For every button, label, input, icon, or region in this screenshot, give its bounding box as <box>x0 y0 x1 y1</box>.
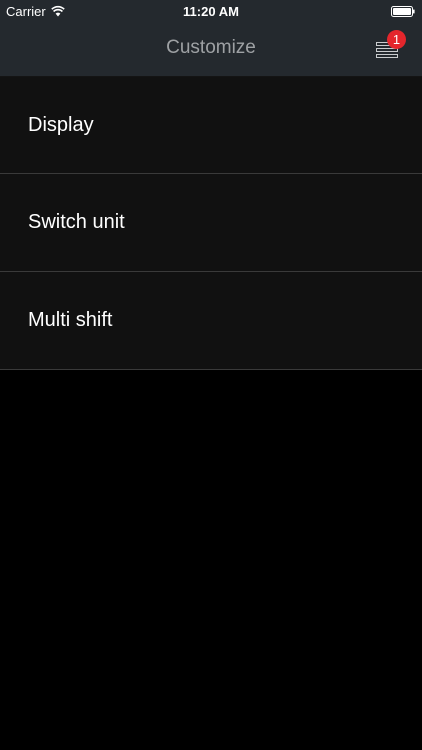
battery-icon <box>391 6 415 17</box>
page-title: Customize <box>166 37 256 58</box>
menu-item-label: Display <box>28 113 94 136</box>
status-bar: Carrier 11:20 AM <box>0 0 422 22</box>
menu-item-multi-shift[interactable]: Multi shift <box>0 272 422 370</box>
nav-bar: Customize 1 <box>0 22 422 76</box>
status-time: 11:20 AM <box>183 4 239 19</box>
menu-item-display[interactable]: Display <box>0 76 422 174</box>
menu-item-switch-unit[interactable]: Switch unit <box>0 174 422 272</box>
customize-menu-list: Display Switch unit Multi shift <box>0 76 422 370</box>
menu-button[interactable]: 1 <box>374 30 406 62</box>
menu-item-label: Switch unit <box>28 211 125 233</box>
menu-item-label: Multi shift <box>28 309 113 331</box>
notification-badge: 1 <box>387 30 406 49</box>
